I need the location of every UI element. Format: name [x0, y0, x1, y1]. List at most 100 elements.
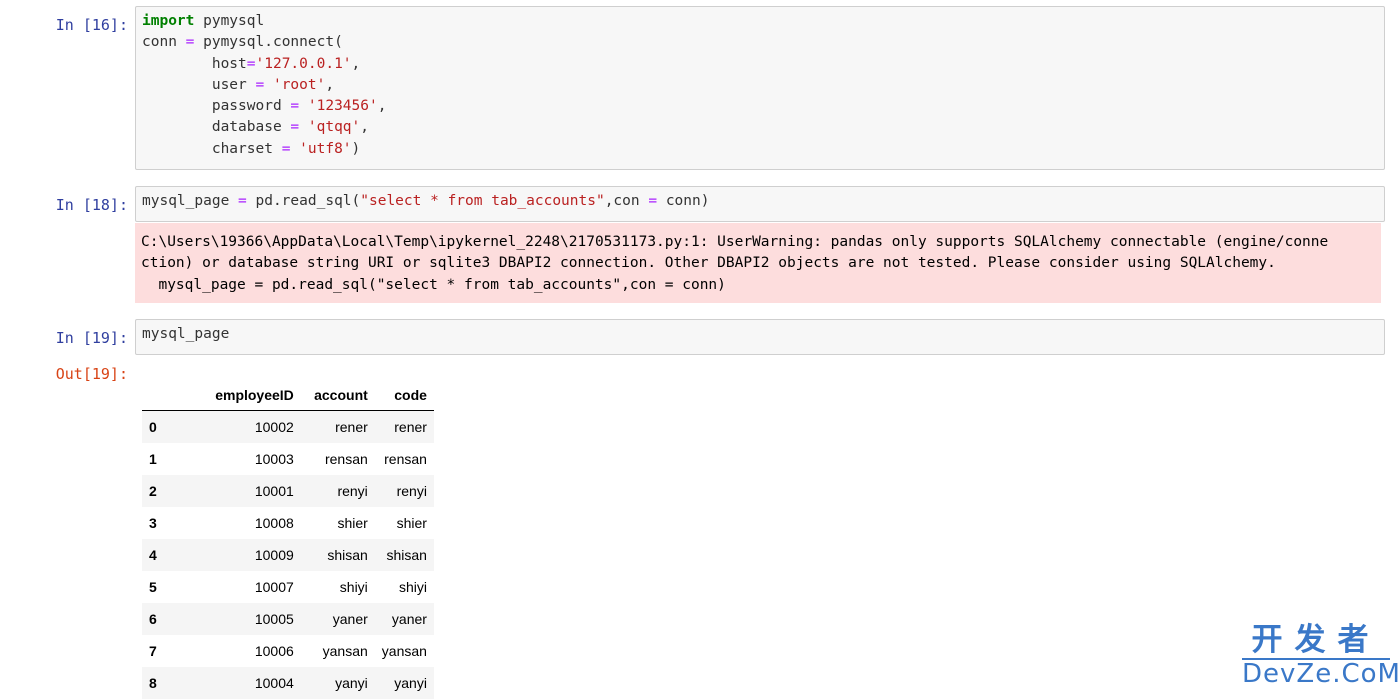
code-keyword: import — [142, 13, 195, 29]
code-text: pd.read_sql( — [246, 193, 361, 209]
code-line: import pymysql — [142, 11, 1384, 32]
code-text: conn) — [657, 193, 710, 209]
watermark-top-text: 开发者 — [1251, 622, 1381, 658]
code-text: , — [351, 55, 361, 72]
code-string: '123456' — [307, 98, 378, 115]
code-text: , — [377, 98, 387, 115]
cell-16-prompt: In [16]: — [55, 16, 128, 34]
code-operator: = — [238, 193, 247, 209]
table-cell: 10001 — [254, 483, 294, 499]
code-text: conn — [142, 34, 186, 51]
row-index: 8 — [149, 675, 157, 691]
row-index: 3 — [149, 515, 157, 531]
table-cell: shisan — [386, 547, 427, 563]
code-text: pymysql — [194, 13, 265, 29]
table-row: 4 10009 shisan shisan — [142, 539, 434, 571]
code-string: 'root' — [272, 76, 326, 93]
table-header-row: employeeID account code — [142, 379, 434, 411]
warning-line: ction) or database string URI or sqlite3… — [141, 255, 1276, 272]
column-header-code: code — [374, 379, 434, 411]
code-line: mysql_page = pd.read_sql("select * from … — [142, 191, 1384, 212]
table-row: 6 10005 yaner yaner — [142, 603, 434, 635]
code-text: , — [325, 76, 335, 93]
table-cell: shier — [396, 515, 427, 531]
cell-18-prompt: In [18]: — [55, 196, 128, 214]
index-header — [142, 379, 187, 411]
table-cell: shisan — [327, 547, 368, 563]
warning-line: mysql_page = pd.read_sql("select * from … — [141, 276, 726, 293]
table-cell: 10009 — [254, 547, 294, 563]
row-index: 5 — [149, 579, 157, 595]
column-header-account: account — [300, 379, 375, 411]
code-text: charset — [142, 140, 282, 157]
code-text: mysql_page — [142, 193, 239, 209]
code-string: '127.0.0.1' — [255, 55, 352, 72]
table-cell: 10006 — [254, 643, 294, 659]
code-text: , — [360, 119, 369, 136]
cell-18-input[interactable]: mysql_page = pd.read_sql("select * from … — [135, 186, 1385, 222]
column-header-employeeid: employeeID — [186, 379, 301, 411]
table-cell: 10002 — [254, 419, 294, 435]
table-cell: rensan — [384, 451, 427, 467]
table-cell: shier — [337, 515, 368, 531]
row-index: 4 — [149, 547, 157, 563]
table-cell: renyi — [396, 483, 427, 499]
table-cell: 10004 — [254, 675, 294, 691]
code-text: ,con — [604, 193, 649, 209]
code-operator: = — [255, 76, 265, 93]
table-row: 0 10002 rener rener — [142, 410, 434, 443]
warning-output: C:\Users\19366\AppData\Local\Temp\ipyker… — [135, 223, 1381, 303]
code-text: mysql_page — [142, 326, 230, 342]
cell-19-prompt: In [19]: — [55, 329, 128, 347]
table-cell: 10005 — [254, 611, 294, 627]
code-text: host — [142, 55, 247, 72]
table-row: 1 10003 rensan rensan — [142, 443, 434, 475]
table-cell: rener — [394, 419, 427, 435]
code-line: password = '123456', — [142, 96, 1384, 117]
code-text: pymysql.connect( — [194, 34, 343, 51]
code-operator: = — [246, 55, 256, 72]
code-string: "select * from tab_accounts" — [360, 193, 605, 209]
cell-16-input[interactable]: import pymysql conn = pymysql.connect( ho… — [135, 6, 1385, 170]
table-cell: rener — [335, 419, 368, 435]
row-index: 1 — [149, 451, 157, 467]
code-text: ) — [351, 140, 361, 157]
table-cell: yaner — [332, 611, 368, 627]
row-index: 6 — [149, 611, 157, 627]
code-text: user — [142, 76, 256, 93]
dataframe-table: employeeID account code 0 10002 rener rener… — [142, 379, 434, 699]
row-index: 7 — [149, 643, 157, 659]
table-row: 7 10006 yansan yansan — [142, 635, 434, 667]
table-cell: yaner — [391, 611, 427, 627]
output-19-prompt: Out[19]: — [55, 365, 128, 383]
row-index: 0 — [149, 419, 157, 435]
devze-watermark-logo: 开发者 DevZe.CoM — [1240, 622, 1399, 689]
cell-19-input[interactable]: mysql_page — [135, 319, 1385, 355]
row-index: 2 — [149, 483, 157, 499]
code-operator: = — [290, 119, 300, 136]
warning-line: C:\Users\19366\AppData\Local\Temp\ipyker… — [141, 234, 1329, 250]
code-line: conn = pymysql.connect( — [142, 32, 1384, 53]
code-operator: = — [290, 98, 300, 115]
table-cell: renyi — [337, 483, 368, 499]
table-cell: yanyi — [335, 675, 368, 691]
code-string: 'utf8' — [299, 140, 352, 157]
code-line: database = 'qtqq', — [142, 117, 1384, 138]
code-string: 'qtqq' — [307, 119, 361, 136]
table-cell: shiyi — [339, 579, 368, 595]
watermark-bottom-text: DevZe.CoM — [1242, 658, 1399, 689]
table-row: 8 10004 yanyi yanyi — [142, 667, 434, 699]
table-cell: yansan — [381, 643, 427, 659]
code-line: charset = 'utf8') — [142, 139, 1384, 160]
table-cell: 10007 — [254, 579, 294, 595]
code-line: host='127.0.0.1', — [142, 54, 1384, 75]
table-row: 2 10001 renyi renyi — [142, 475, 434, 507]
table-row: 3 10008 shier shier — [142, 507, 434, 539]
code-operator: = — [648, 193, 658, 209]
table-cell: yanyi — [394, 675, 427, 691]
table-cell: 10008 — [254, 515, 294, 531]
